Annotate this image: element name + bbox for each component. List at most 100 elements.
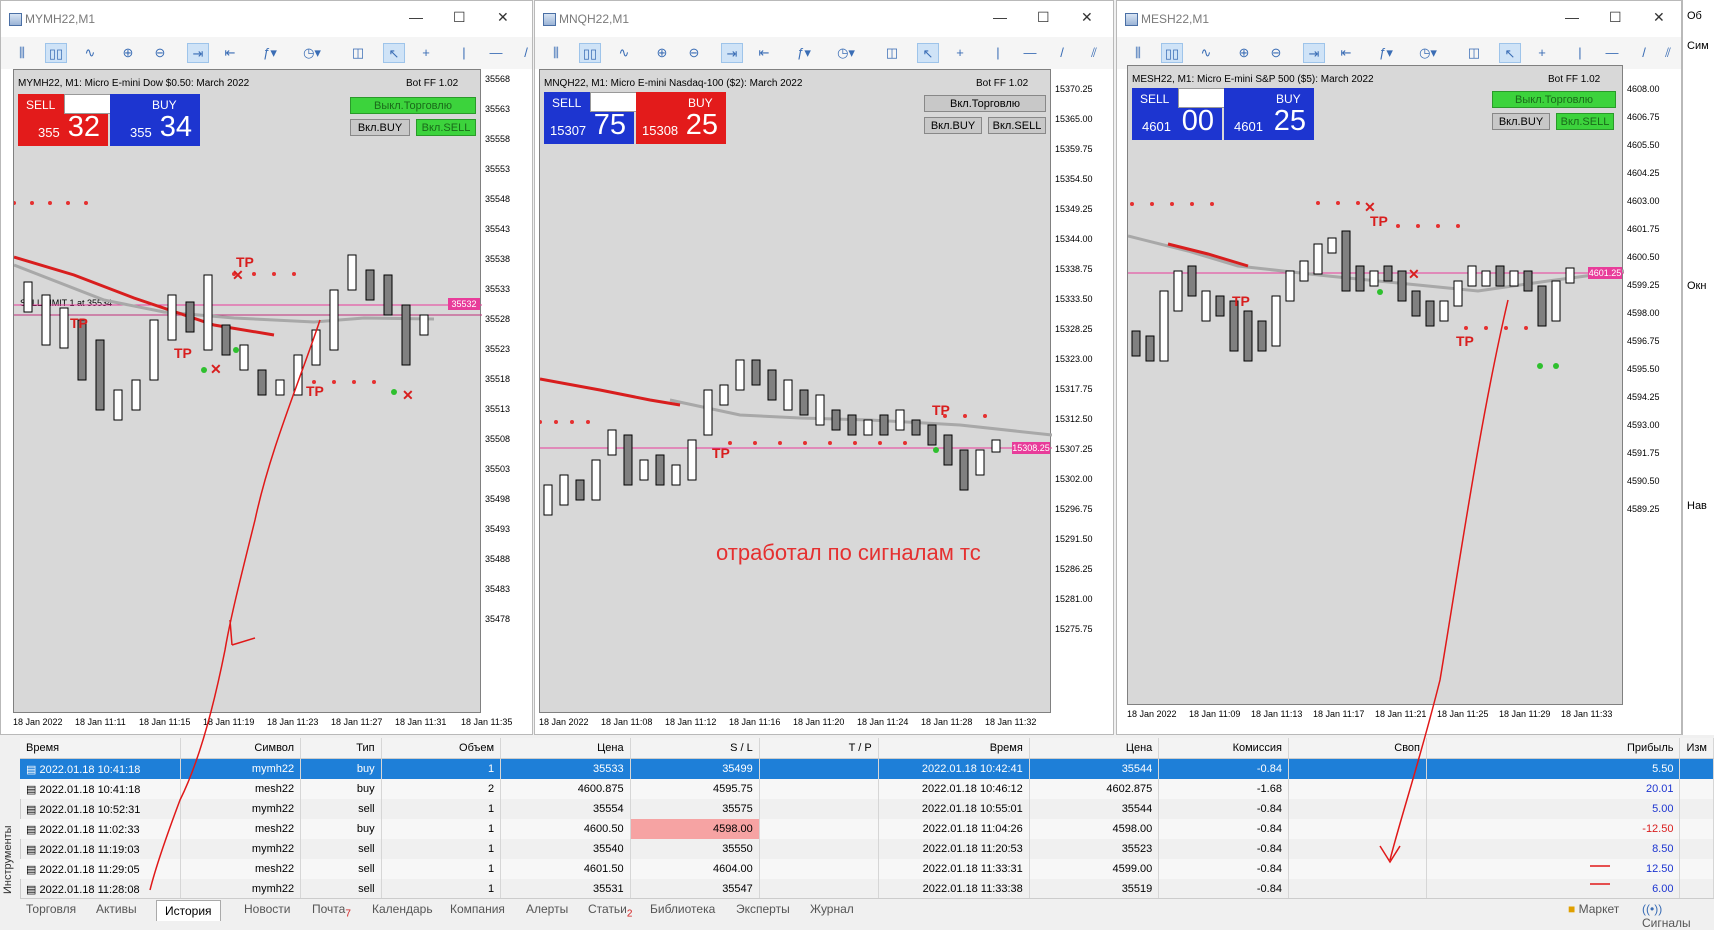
line-chart-icon[interactable]: ∿ xyxy=(79,43,101,63)
market-button[interactable]: ■ Маркет xyxy=(1568,902,1619,916)
zoom-in-icon[interactable]: ⊕ xyxy=(651,43,673,63)
vertical-line-icon[interactable]: | xyxy=(1569,43,1591,63)
tab-library[interactable]: Библиотека xyxy=(650,902,715,916)
periods-icon[interactable]: ◷▾ xyxy=(301,43,323,63)
channel-icon[interactable]: ⫽ xyxy=(1083,43,1105,63)
trendline-icon[interactable]: / xyxy=(515,43,532,63)
trendline-icon[interactable]: / xyxy=(1633,43,1655,63)
col-commission[interactable]: Комиссия xyxy=(1158,738,1289,759)
tab-articles[interactable]: Статьи2 xyxy=(588,902,632,919)
chart-area[interactable]: MESH22, M1: Micro E-mini S&P 500 ($5): M… xyxy=(1117,65,1681,734)
indicators-icon[interactable]: ƒ▾ xyxy=(1375,43,1397,63)
zoom-in-icon[interactable]: ⊕ xyxy=(1233,43,1255,63)
zoom-in-icon[interactable]: ⊕ xyxy=(117,43,139,63)
titlebar[interactable]: MYMH22,M1 — ☐ ✕ xyxy=(1,1,532,37)
candles-icon[interactable]: ▯▯ xyxy=(579,43,601,63)
table-row[interactable]: ▤ 2022.01.18 10:41:18 mymh22 buy 1 35533 3549… xyxy=(20,758,1714,779)
col-swap[interactable]: Своп xyxy=(1288,738,1428,759)
col-close-time[interactable]: Время xyxy=(878,738,1030,759)
col-volume[interactable]: Объем xyxy=(381,738,502,759)
cursor-icon[interactable]: ↖ xyxy=(1499,43,1521,63)
table-row[interactable]: ▤ 2022.01.18 10:41:18 mesh22 buy 2 4600.875 4… xyxy=(20,779,1714,799)
col-tp[interactable]: T / P xyxy=(759,738,879,759)
line-chart-icon[interactable]: ∿ xyxy=(1195,43,1217,63)
minimize-button[interactable]: — xyxy=(409,9,423,25)
chart-area[interactable]: MYMH22, M1: Micro E-mini Dow $0.50: Marc… xyxy=(1,69,532,734)
table-row[interactable]: ▤ 2022.01.18 11:02:33 mesh22 buy 1 4600.50 45… xyxy=(20,819,1714,839)
symbols-list-header[interactable]: Сим xyxy=(1687,40,1709,52)
zoom-out-icon[interactable]: ⊖ xyxy=(1265,43,1287,63)
table-row[interactable]: ▤ 2022.01.18 11:28:08 mymh22 sell 1 35531 355… xyxy=(20,879,1714,899)
col-change[interactable]: Изм xyxy=(1679,738,1714,759)
candles-icon[interactable]: ▯▯ xyxy=(45,43,67,63)
tab-history[interactable]: История xyxy=(156,900,221,921)
indicators-icon[interactable]: ƒ▾ xyxy=(259,43,281,63)
periods-icon[interactable]: ◷▾ xyxy=(835,43,857,63)
right-dock-panel[interactable]: Об Сим Окн Нав xyxy=(1682,0,1714,735)
close-button[interactable]: ✕ xyxy=(1081,9,1093,26)
col-price[interactable]: Цена xyxy=(500,738,631,759)
close-button[interactable]: ✕ xyxy=(1653,9,1665,26)
chart-shift-icon[interactable]: ⇤ xyxy=(219,43,241,63)
table-row[interactable]: ▤ 2022.01.18 11:19:03 mymh22 sell 1 35540 355… xyxy=(20,839,1714,859)
horizontal-line-icon[interactable]: — xyxy=(485,43,507,63)
titlebar[interactable]: MNQH22,M1 — ☐ ✕ xyxy=(535,1,1113,37)
minimize-button[interactable]: — xyxy=(993,9,1007,25)
vertical-line-icon[interactable]: | xyxy=(987,43,1009,63)
bar-chart-icon[interactable]: ⫼ xyxy=(545,43,567,63)
chart-shift-icon[interactable]: ⇤ xyxy=(753,43,775,63)
tab-assets[interactable]: Активы xyxy=(96,902,137,916)
tab-trade[interactable]: Торговля xyxy=(26,902,76,916)
windows-panel-tab[interactable]: Окн xyxy=(1687,280,1706,292)
col-sl[interactable]: S / L xyxy=(630,738,760,759)
crosshair-icon[interactable]: + xyxy=(949,43,971,63)
trade-history-table[interactable]: Время Символ Тип Объем Цена S / L T / P … xyxy=(20,738,1714,899)
tab-journal[interactable]: Журнал xyxy=(810,902,854,916)
col-time[interactable]: Время xyxy=(20,738,182,759)
screenshot-icon[interactable]: ◫ xyxy=(881,43,903,63)
trendline-icon[interactable]: / xyxy=(1051,43,1073,63)
crosshair-icon[interactable]: + xyxy=(1531,43,1553,63)
tab-calendar[interactable]: Календарь xyxy=(372,902,433,916)
channel-icon[interactable]: ⫽ xyxy=(1657,43,1679,63)
chart-window-mymh22[interactable]: MYMH22,M1 — ☐ ✕ ⫼ ▯▯ ∿ ⊕ ⊖ ⇥ ⇤ ƒ▾ ◷▾ ◫ ↖… xyxy=(0,0,533,735)
close-button[interactable]: ✕ xyxy=(497,9,509,26)
autoscroll-icon[interactable]: ⇥ xyxy=(721,43,743,63)
horizontal-line-icon[interactable]: — xyxy=(1601,43,1623,63)
periods-icon[interactable]: ◷▾ xyxy=(1417,43,1439,63)
chart-area[interactable]: MNQH22, M1: Micro E-mini Nasdaq-100 ($2)… xyxy=(535,69,1113,734)
toolbox-side-label[interactable]: Инструменты xyxy=(0,738,21,918)
table-row[interactable]: ▤ 2022.01.18 11:29:05 mesh22 sell 1 4601.50 4… xyxy=(20,859,1714,879)
signals-button[interactable]: ((•)) Сигналы xyxy=(1642,902,1714,930)
maximize-button[interactable]: ☐ xyxy=(453,9,466,26)
crosshair-icon[interactable]: + xyxy=(415,43,437,63)
vertical-line-icon[interactable]: | xyxy=(453,43,475,63)
titlebar[interactable]: MESH22,M1 — ☐ ✕ xyxy=(1117,1,1681,37)
zoom-out-icon[interactable]: ⊖ xyxy=(683,43,705,63)
navigator-panel-tab[interactable]: Нав xyxy=(1687,500,1707,512)
line-chart-icon[interactable]: ∿ xyxy=(613,43,635,63)
indicators-icon[interactable]: ƒ▾ xyxy=(793,43,815,63)
col-symbol[interactable]: Символ xyxy=(180,738,302,759)
bar-chart-icon[interactable]: ⫼ xyxy=(1127,43,1149,63)
price-plot[interactable]: MESH22, M1: Micro E-mini S&P 500 ($5): M… xyxy=(1127,65,1624,705)
chart-shift-icon[interactable]: ⇤ xyxy=(1335,43,1357,63)
maximize-button[interactable]: ☐ xyxy=(1609,9,1622,26)
bar-chart-icon[interactable]: ⫼ xyxy=(11,43,33,63)
autoscroll-icon[interactable]: ⇥ xyxy=(1303,43,1325,63)
screenshot-icon[interactable]: ◫ xyxy=(1463,43,1485,63)
zoom-out-icon[interactable]: ⊖ xyxy=(149,43,171,63)
tab-company[interactable]: Компания xyxy=(450,902,505,916)
table-row[interactable]: ▤ 2022.01.18 10:52:31 mymh22 sell 1 35554 355… xyxy=(20,799,1714,819)
tab-mail[interactable]: Почта7 xyxy=(312,902,351,919)
maximize-button[interactable]: ☐ xyxy=(1037,9,1050,26)
cursor-icon[interactable]: ↖ xyxy=(917,43,939,63)
chart-window-mnqh22[interactable]: MNQH22,M1 — ☐ ✕ ⫼ ▯▯ ∿ ⊕ ⊖ ⇥ ⇤ ƒ▾ ◷▾ ◫ ↖… xyxy=(534,0,1114,735)
minimize-button[interactable]: — xyxy=(1565,9,1579,25)
candles-icon[interactable]: ▯▯ xyxy=(1161,43,1183,63)
symbols-panel-tab[interactable]: Об xyxy=(1687,10,1702,22)
horizontal-line-icon[interactable]: — xyxy=(1019,43,1041,63)
col-type[interactable]: Тип xyxy=(300,738,382,759)
cursor-icon[interactable]: ↖ xyxy=(383,43,405,63)
tab-alerts[interactable]: Алерты xyxy=(526,902,568,916)
